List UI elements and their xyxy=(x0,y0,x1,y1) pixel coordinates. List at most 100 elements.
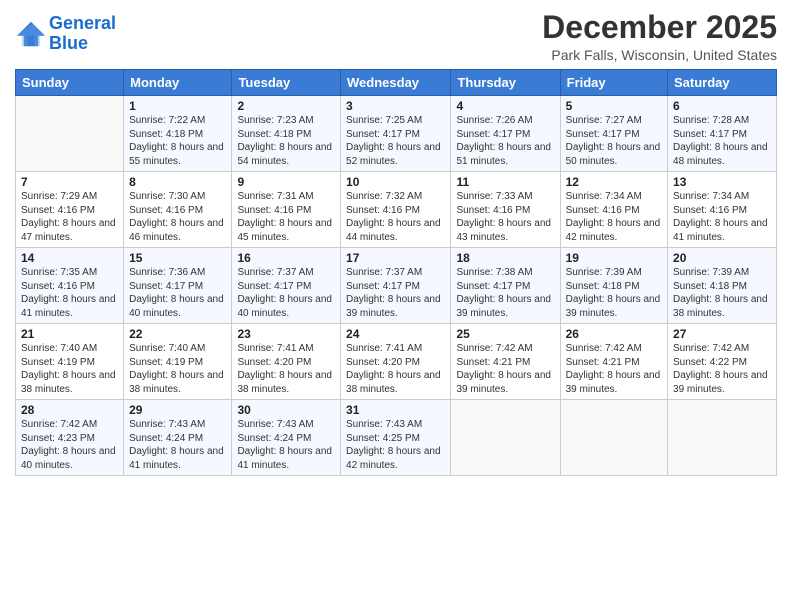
week-row-1: 7Sunrise: 7:29 AMSunset: 4:16 PMDaylight… xyxy=(16,172,777,248)
day-info: Sunrise: 7:38 AMSunset: 4:17 PMDaylight:… xyxy=(456,266,554,320)
day-info: Sunrise: 7:42 AMSunset: 4:21 PMDaylight:… xyxy=(566,342,662,396)
calendar-cell: 1Sunrise: 7:22 AMSunset: 4:18 PMDaylight… xyxy=(124,96,232,172)
day-info: Sunrise: 7:42 AMSunset: 4:21 PMDaylight:… xyxy=(456,342,554,396)
day-header-wednesday: Wednesday xyxy=(341,70,451,96)
main-title: December 2025 xyxy=(542,10,777,45)
day-info: Sunrise: 7:37 AMSunset: 4:17 PMDaylight:… xyxy=(237,266,335,320)
day-number: 23 xyxy=(237,327,335,341)
calendar-body: 1Sunrise: 7:22 AMSunset: 4:18 PMDaylight… xyxy=(16,96,777,476)
day-number: 4 xyxy=(456,99,554,113)
day-number: 7 xyxy=(21,175,118,189)
day-number: 1 xyxy=(129,99,226,113)
day-headers-row: SundayMondayTuesdayWednesdayThursdayFrid… xyxy=(16,70,777,96)
day-number: 9 xyxy=(237,175,335,189)
day-info: Sunrise: 7:37 AMSunset: 4:17 PMDaylight:… xyxy=(346,266,445,320)
day-header-thursday: Thursday xyxy=(451,70,560,96)
logo-blue: Blue xyxy=(49,33,88,53)
day-info: Sunrise: 7:39 AMSunset: 4:18 PMDaylight:… xyxy=(673,266,771,320)
calendar-cell: 26Sunrise: 7:42 AMSunset: 4:21 PMDayligh… xyxy=(560,324,667,400)
calendar-cell xyxy=(16,96,124,172)
day-number: 11 xyxy=(456,175,554,189)
calendar-cell: 2Sunrise: 7:23 AMSunset: 4:18 PMDaylight… xyxy=(232,96,341,172)
calendar-cell: 29Sunrise: 7:43 AMSunset: 4:24 PMDayligh… xyxy=(124,400,232,476)
day-info: Sunrise: 7:43 AMSunset: 4:25 PMDaylight:… xyxy=(346,418,445,472)
day-info: Sunrise: 7:25 AMSunset: 4:17 PMDaylight:… xyxy=(346,114,445,168)
calendar-cell xyxy=(560,400,667,476)
day-header-friday: Friday xyxy=(560,70,667,96)
calendar-cell: 18Sunrise: 7:38 AMSunset: 4:17 PMDayligh… xyxy=(451,248,560,324)
day-info: Sunrise: 7:29 AMSunset: 4:16 PMDaylight:… xyxy=(21,190,118,244)
day-number: 21 xyxy=(21,327,118,341)
day-number: 13 xyxy=(673,175,771,189)
calendar-cell: 3Sunrise: 7:25 AMSunset: 4:17 PMDaylight… xyxy=(341,96,451,172)
week-row-0: 1Sunrise: 7:22 AMSunset: 4:18 PMDaylight… xyxy=(16,96,777,172)
day-info: Sunrise: 7:31 AMSunset: 4:16 PMDaylight:… xyxy=(237,190,335,244)
logo-general: General xyxy=(49,13,116,33)
day-info: Sunrise: 7:34 AMSunset: 4:16 PMDaylight:… xyxy=(673,190,771,244)
calendar-cell: 4Sunrise: 7:26 AMSunset: 4:17 PMDaylight… xyxy=(451,96,560,172)
calendar: SundayMondayTuesdayWednesdayThursdayFrid… xyxy=(15,69,777,476)
day-number: 17 xyxy=(346,251,445,265)
calendar-cell: 12Sunrise: 7:34 AMSunset: 4:16 PMDayligh… xyxy=(560,172,667,248)
calendar-cell: 27Sunrise: 7:42 AMSunset: 4:22 PMDayligh… xyxy=(668,324,777,400)
calendar-cell: 13Sunrise: 7:34 AMSunset: 4:16 PMDayligh… xyxy=(668,172,777,248)
day-info: Sunrise: 7:41 AMSunset: 4:20 PMDaylight:… xyxy=(237,342,335,396)
day-info: Sunrise: 7:43 AMSunset: 4:24 PMDaylight:… xyxy=(237,418,335,472)
day-info: Sunrise: 7:39 AMSunset: 4:18 PMDaylight:… xyxy=(566,266,662,320)
day-header-tuesday: Tuesday xyxy=(232,70,341,96)
day-info: Sunrise: 7:43 AMSunset: 4:24 PMDaylight:… xyxy=(129,418,226,472)
day-info: Sunrise: 7:35 AMSunset: 4:16 PMDaylight:… xyxy=(21,266,118,320)
day-info: Sunrise: 7:32 AMSunset: 4:16 PMDaylight:… xyxy=(346,190,445,244)
calendar-cell: 20Sunrise: 7:39 AMSunset: 4:18 PMDayligh… xyxy=(668,248,777,324)
day-number: 2 xyxy=(237,99,335,113)
week-row-4: 28Sunrise: 7:42 AMSunset: 4:23 PMDayligh… xyxy=(16,400,777,476)
calendar-cell: 14Sunrise: 7:35 AMSunset: 4:16 PMDayligh… xyxy=(16,248,124,324)
calendar-cell: 16Sunrise: 7:37 AMSunset: 4:17 PMDayligh… xyxy=(232,248,341,324)
day-number: 29 xyxy=(129,403,226,417)
calendar-cell: 15Sunrise: 7:36 AMSunset: 4:17 PMDayligh… xyxy=(124,248,232,324)
day-number: 12 xyxy=(566,175,662,189)
day-header-saturday: Saturday xyxy=(668,70,777,96)
calendar-cell: 25Sunrise: 7:42 AMSunset: 4:21 PMDayligh… xyxy=(451,324,560,400)
calendar-cell: 23Sunrise: 7:41 AMSunset: 4:20 PMDayligh… xyxy=(232,324,341,400)
logo: General Blue xyxy=(15,14,116,54)
calendar-cell: 9Sunrise: 7:31 AMSunset: 4:16 PMDaylight… xyxy=(232,172,341,248)
day-info: Sunrise: 7:27 AMSunset: 4:17 PMDaylight:… xyxy=(566,114,662,168)
day-number: 5 xyxy=(566,99,662,113)
day-number: 6 xyxy=(673,99,771,113)
day-info: Sunrise: 7:23 AMSunset: 4:18 PMDaylight:… xyxy=(237,114,335,168)
day-info: Sunrise: 7:40 AMSunset: 4:19 PMDaylight:… xyxy=(21,342,118,396)
calendar-cell xyxy=(668,400,777,476)
calendar-cell: 6Sunrise: 7:28 AMSunset: 4:17 PMDaylight… xyxy=(668,96,777,172)
day-info: Sunrise: 7:36 AMSunset: 4:17 PMDaylight:… xyxy=(129,266,226,320)
subtitle: Park Falls, Wisconsin, United States xyxy=(542,47,777,63)
day-header-sunday: Sunday xyxy=(16,70,124,96)
logo-icon xyxy=(15,20,47,48)
day-info: Sunrise: 7:42 AMSunset: 4:23 PMDaylight:… xyxy=(21,418,118,472)
calendar-cell: 22Sunrise: 7:40 AMSunset: 4:19 PMDayligh… xyxy=(124,324,232,400)
day-info: Sunrise: 7:40 AMSunset: 4:19 PMDaylight:… xyxy=(129,342,226,396)
calendar-cell: 31Sunrise: 7:43 AMSunset: 4:25 PMDayligh… xyxy=(341,400,451,476)
day-number: 27 xyxy=(673,327,771,341)
calendar-cell: 7Sunrise: 7:29 AMSunset: 4:16 PMDaylight… xyxy=(16,172,124,248)
page: General Blue December 2025 Park Falls, W… xyxy=(0,0,792,612)
day-number: 26 xyxy=(566,327,662,341)
logo-text: General Blue xyxy=(49,14,116,54)
day-info: Sunrise: 7:30 AMSunset: 4:16 PMDaylight:… xyxy=(129,190,226,244)
day-number: 31 xyxy=(346,403,445,417)
day-number: 18 xyxy=(456,251,554,265)
calendar-cell: 11Sunrise: 7:33 AMSunset: 4:16 PMDayligh… xyxy=(451,172,560,248)
day-number: 30 xyxy=(237,403,335,417)
calendar-cell xyxy=(451,400,560,476)
day-number: 22 xyxy=(129,327,226,341)
day-number: 28 xyxy=(21,403,118,417)
day-info: Sunrise: 7:41 AMSunset: 4:20 PMDaylight:… xyxy=(346,342,445,396)
day-info: Sunrise: 7:42 AMSunset: 4:22 PMDaylight:… xyxy=(673,342,771,396)
day-number: 24 xyxy=(346,327,445,341)
day-number: 19 xyxy=(566,251,662,265)
calendar-cell: 10Sunrise: 7:32 AMSunset: 4:16 PMDayligh… xyxy=(341,172,451,248)
day-info: Sunrise: 7:22 AMSunset: 4:18 PMDaylight:… xyxy=(129,114,226,168)
day-info: Sunrise: 7:28 AMSunset: 4:17 PMDaylight:… xyxy=(673,114,771,168)
day-number: 14 xyxy=(21,251,118,265)
day-header-monday: Monday xyxy=(124,70,232,96)
